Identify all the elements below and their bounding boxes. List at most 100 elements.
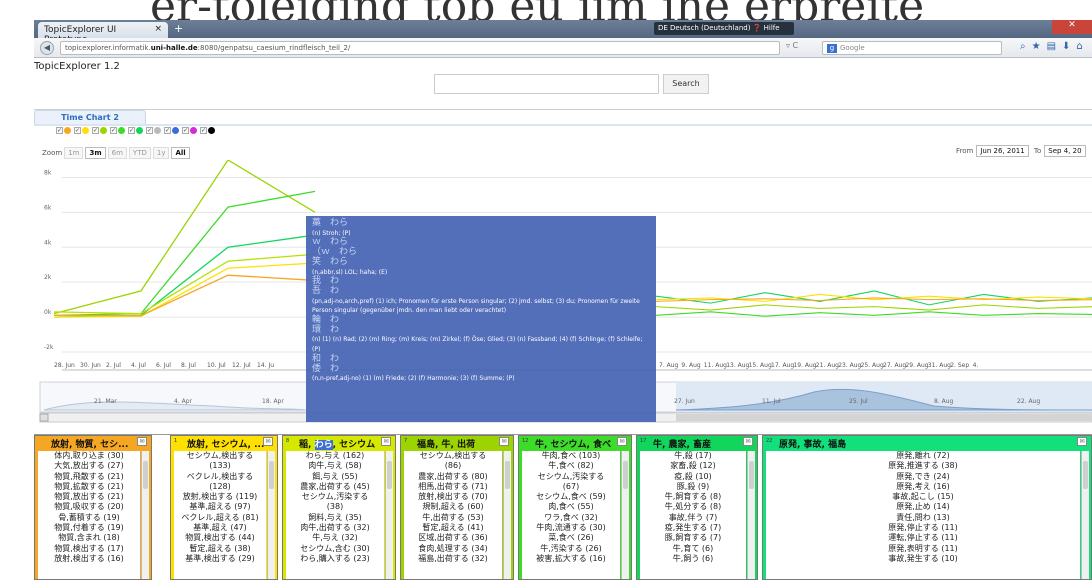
scrollbar-thumb[interactable] [749,461,754,489]
topic-word[interactable]: 事故,伴う (7) [640,513,746,523]
topic-word[interactable]: セシウム,検出する [404,451,502,461]
topic-checkbox[interactable]: ✓ [128,127,135,134]
topic-checkbox[interactable]: ✓ [200,127,207,134]
scrollbar-thumb[interactable] [623,461,628,489]
topic-word[interactable]: 原発,止め (14) [766,502,1080,512]
scrollbar-thumb[interactable] [143,461,148,489]
topic-scrollbar[interactable] [385,451,393,579]
topic-word[interactable]: 食肉,処理する (34) [404,544,502,554]
topic-word[interactable]: 大気,放出する (27) [38,461,140,471]
zoom-button[interactable]: All [171,147,190,159]
topic-title[interactable]: 8 稲, わら, セシウム ✉ [283,436,395,450]
topic-word[interactable]: 豚,殺 (9) [640,482,746,492]
topic-word[interactable]: 暫定,超える (38) [174,544,266,554]
topic-title[interactable]: 12 牛, セシウム, 食べ ✉ [519,436,631,450]
topic-word[interactable]: 物質,付着する (19) [38,523,140,533]
topic-word[interactable]: 責任,問わ (13) [766,513,1080,523]
topic-menu-icon[interactable]: ✉ [617,437,627,446]
topic-box[interactable]: 12 牛, セシウム, 食べ ✉ 牛肉,食べ (103) 牛,食べ (82) セシウム,汚… [518,435,632,580]
download-icon[interactable]: ⬇ [1062,41,1076,52]
topic-word[interactable]: 規制,超える (60) [404,502,502,512]
topic-word[interactable]: 農家,出荷する (45) [286,482,384,492]
topic-word[interactable]: 牛,汚染する (26) [522,544,620,554]
topic-word[interactable]: 牛,処分する (8) [640,502,746,512]
topic-box[interactable]: 放射, 物質, セシ... ✉ 体内,取り込ま (30) 大気,放出する (27) 物質… [34,435,152,580]
topic-box[interactable]: 22 原発, 事故, 福島 ✉ 原発,離れ (72) 原発,推進する (38) 原発,でき… [762,435,1092,580]
topic-word[interactable]: 豚,飼育する (7) [640,533,746,543]
topic-word[interactable]: 原発,停止する (11) [766,523,1080,533]
new-tab-button[interactable]: + [174,22,183,35]
zoom-button[interactable]: 6m [107,147,127,159]
topic-word[interactable]: (67) [522,482,620,492]
topic-word[interactable]: 放射,検出する (119) [174,492,266,502]
topic-word[interactable]: 物質,放出する (21) [38,492,140,502]
topic-word[interactable]: 区域,出荷する (36) [404,533,502,543]
topic-word[interactable]: 疫,発生する (7) [640,523,746,533]
topic-word[interactable]: ベクレル,超える (81) [174,513,266,523]
topic-word[interactable]: 物質,検出する (17) [38,544,140,554]
topic-box[interactable]: 8 稲, わら, セシウム ✉ わら,与え (162) 肉牛,与え (58) 餌,与え (… [282,435,396,580]
topic-title[interactable]: 放射, 物質, セシ... ✉ [35,436,151,450]
topic-word[interactable]: 飼料,与え (35) [286,513,384,523]
topic-word[interactable]: 放射,検出する (70) [404,492,502,502]
topic-scrollbar[interactable] [141,451,149,579]
topic-word[interactable]: セシウム,汚染する [286,492,384,502]
search-icon[interactable]: ⌕ [1020,41,1032,52]
topic-word[interactable]: 原発,考え (16) [766,482,1080,492]
topic-word[interactable]: 暫定,超える (41) [404,523,502,533]
zoom-button[interactable]: 3m [85,147,106,159]
topic-scrollbar[interactable] [267,451,275,579]
star-icon[interactable]: ★ [1032,41,1047,52]
topic-word[interactable]: 牛,食べ (82) [522,461,620,471]
topic-word[interactable]: セシウム,汚染する [522,472,620,482]
topic-word[interactable]: (128) [174,482,266,492]
zoom-button[interactable]: 1y [152,147,170,159]
topic-word[interactable]: 基準,検出する (29) [174,554,266,564]
topic-box[interactable]: 1 放射, セシウム, ... ✉ セシウム,検出する (133) ベクレル,検出する (1… [170,435,278,580]
topic-checkbox[interactable]: ✓ [92,127,99,134]
topic-word[interactable]: セシウム,含む (30) [286,544,384,554]
topic-word[interactable]: 牛,飼育する (8) [640,492,746,502]
topic-word[interactable]: 物質,飛散する (21) [38,472,140,482]
topic-checkbox[interactable]: ✓ [164,127,171,134]
browser-tab[interactable]: TopicExplorer UI Prototype × [38,22,168,45]
topic-word[interactable]: 放射,検出する (16) [38,554,140,564]
toolbar-icons[interactable]: ⌕★▤⬇⌂ [1020,41,1089,52]
home-icon[interactable]: ⌂ [1076,41,1088,52]
google-search-field[interactable]: g Google [822,41,1002,55]
topic-word[interactable]: 牛,育て (6) [640,544,746,554]
topic-scrollbar[interactable] [1081,451,1089,579]
topic-word[interactable]: 物質,含まれ (18) [38,533,140,543]
topic-word[interactable]: 農家,出荷する (80) [404,472,502,482]
topic-word[interactable]: セシウム,食べ (59) [522,492,620,502]
topic-title[interactable]: 22 原発, 事故, 福島 ✉ [763,436,1091,450]
topic-scrollbar[interactable] [503,451,511,579]
tab-close-icon[interactable]: × [154,24,162,34]
topic-word[interactable]: (133) [174,461,266,471]
topic-checkbox[interactable]: ✓ [146,127,153,134]
topic-word[interactable]: (86) [404,461,502,471]
tab-time-chart[interactable]: Time Chart 2 [34,110,146,124]
scrollbar-thumb[interactable] [269,461,274,489]
topic-menu-icon[interactable]: ✉ [499,437,509,446]
scrollbar-thumb[interactable] [505,461,510,489]
topic-title[interactable]: 7 福島, 牛, 出荷 ✉ [401,436,513,450]
topic-word[interactable]: 菜,食べ (26) [522,533,620,543]
topic-checkbox[interactable]: ✓ [56,127,63,134]
topic-word[interactable]: 肉,食べ (55) [522,502,620,512]
topic-word[interactable]: 原発,でき (24) [766,472,1080,482]
topic-word[interactable]: 牛,出荷する (53) [404,513,502,523]
topic-checkbox[interactable]: ✓ [74,127,81,134]
topic-menu-icon[interactable]: ✉ [743,437,753,446]
topic-word[interactable]: 牛肉,流通する (30) [522,523,620,533]
topic-scrollbar[interactable] [747,451,755,579]
topic-word[interactable]: 事故,起こし (15) [766,492,1080,502]
language-badge[interactable]: DE Deutsch (Deutschland) ❓ Hilfe [654,22,794,35]
back-icon[interactable]: ◀ [40,41,54,55]
topic-word[interactable]: 原発,離れ (72) [766,451,1080,461]
topic-checkbox[interactable]: ✓ [110,127,117,134]
topic-word[interactable]: ワラ,食べ (32) [522,513,620,523]
url-bar[interactable]: topicexplorer.informatik.uni-halle.de:80… [60,41,780,55]
topic-word[interactable]: 原発,推進する (38) [766,461,1080,471]
topic-word[interactable]: わら,購入する (23) [286,554,384,564]
